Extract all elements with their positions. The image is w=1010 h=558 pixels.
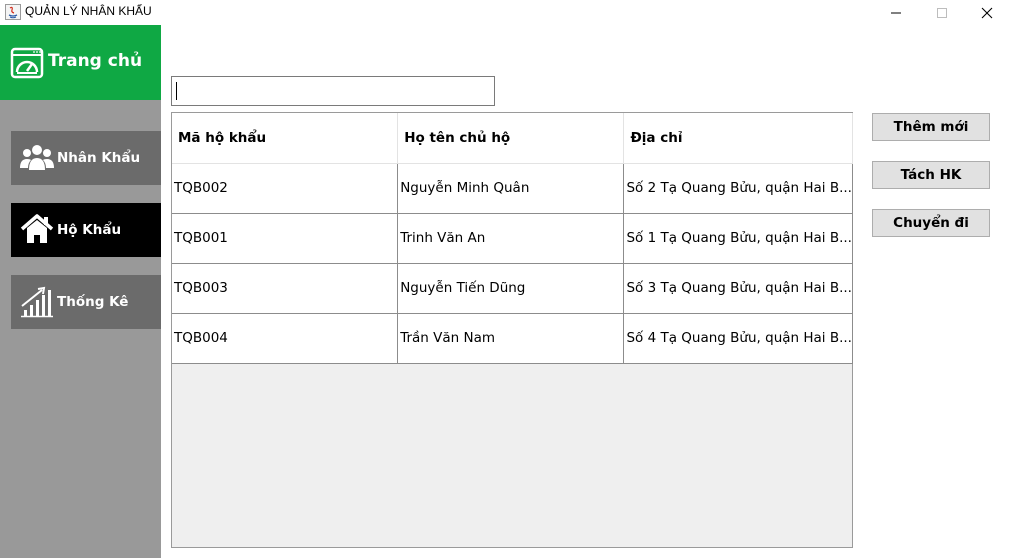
minimize-icon <box>891 12 901 14</box>
close-button[interactable] <box>964 0 1010 25</box>
sidebar-item-nhan-khau[interactable]: Nhân Khẩu <box>11 131 161 185</box>
move-out-button[interactable]: Chuyển đi <box>872 209 990 237</box>
sidebar-item-thong-ke[interactable]: Thống Kê <box>11 275 161 329</box>
minimize-button[interactable] <box>873 0 919 25</box>
maximize-button[interactable] <box>919 0 965 25</box>
column-header-ho-ten-chu-ho[interactable]: Họ tên chủ hộ <box>397 113 625 164</box>
table-row[interactable]: TQB001 Trinh Văn An Số 1 Tạ Quang Bửu, q… <box>172 213 853 264</box>
table-cell: Trinh Văn An <box>397 213 625 264</box>
sidebar-item-ho-khau[interactable]: Hộ Khẩu <box>11 203 161 257</box>
table-cell: TQB003 <box>172 263 399 314</box>
table-row[interactable]: TQB004 Trần Văn Nam Số 4 Tạ Quang Bửu, q… <box>172 313 853 364</box>
table-cell: TQB004 <box>172 313 399 364</box>
bar-chart-icon <box>20 286 54 318</box>
close-icon <box>981 7 993 19</box>
add-new-button[interactable]: Thêm mới <box>872 113 990 141</box>
table-cell: TQB002 <box>172 163 399 214</box>
java-app-icon <box>5 4 21 20</box>
table-cell: Trần Văn Nam <box>397 313 625 364</box>
sidebar-item-label: Thống Kê <box>57 294 129 310</box>
search-input[interactable] <box>171 76 495 106</box>
dashboard-icon <box>10 46 44 80</box>
home-label: Trang chủ <box>48 51 143 71</box>
household-table[interactable]: Mã hộ khẩu Họ tên chủ hộ Địa chỉ TQB002 … <box>171 112 853 548</box>
window-title: QUẢN LÝ NHÂN KHẨU <box>25 4 152 18</box>
table-cell: Nguyễn Tiến Dũng <box>397 263 625 314</box>
house-icon <box>20 214 54 246</box>
table-cell: Số 4 Tạ Quang Bửu, quận Hai B... <box>623 313 853 364</box>
sidebar: Trang chủ Nhân Khẩu Hộ Khẩu Thống Kê <box>0 25 161 558</box>
column-header-ma-ho-khau[interactable]: Mã hộ khẩu <box>172 113 399 164</box>
table-cell: Nguyễn Minh Quân <box>397 163 625 214</box>
column-header-dia-chi[interactable]: Địa chỉ <box>623 113 853 164</box>
people-icon <box>20 142 54 174</box>
sidebar-item-label: Hộ Khẩu <box>57 222 122 238</box>
title-bar: QUẢN LÝ NHÂN KHẨU <box>0 0 1010 25</box>
split-household-button[interactable]: Tách HK <box>872 161 990 189</box>
table-cell: TQB001 <box>172 213 399 264</box>
table-row[interactable]: TQB003 Nguyễn Tiến Dũng Số 3 Tạ Quang Bử… <box>172 263 853 314</box>
table-cell: Số 2 Tạ Quang Bửu, quận Hai B... <box>623 163 853 214</box>
table-cell: Số 3 Tạ Quang Bửu, quận Hai B... <box>623 263 853 314</box>
household-table-grid: Mã hộ khẩu Họ tên chủ hộ Địa chỉ TQB002 … <box>172 113 853 364</box>
table-cell: Số 1 Tạ Quang Bửu, quận Hai B... <box>623 213 853 264</box>
home-button[interactable]: Trang chủ <box>0 25 161 100</box>
table-header-row: Mã hộ khẩu Họ tên chủ hộ Địa chỉ <box>172 113 853 164</box>
table-row[interactable]: TQB002 Nguyễn Minh Quân Số 2 Tạ Quang Bử… <box>172 163 853 214</box>
maximize-icon <box>937 8 947 18</box>
sidebar-item-label: Nhân Khẩu <box>57 150 141 166</box>
text-caret <box>176 82 177 100</box>
